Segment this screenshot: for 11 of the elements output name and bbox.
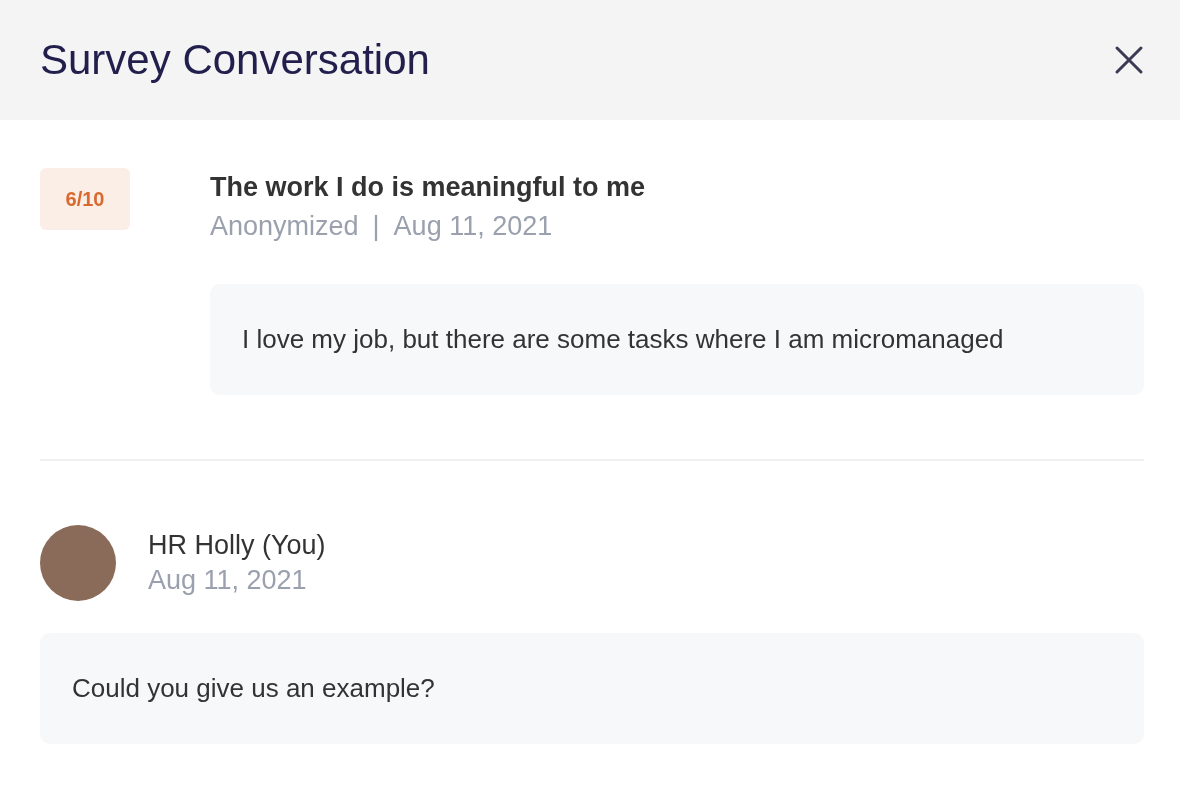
response-date: Aug 11, 2021 [393, 211, 553, 242]
author-name: HR Holly (You) [148, 530, 326, 561]
reply-bubble: Could you give us an example? [40, 633, 1144, 744]
answer-bubble: I love my job, but there are some tasks where I am micromanaged [210, 284, 1144, 395]
author-label: Anonymized [210, 211, 359, 242]
reply-date: Aug 11, 2021 [148, 565, 308, 596]
meta-separator: | [372, 211, 380, 242]
score-badge: 6/10 [40, 168, 130, 230]
question-text: The work I do is meaningful to me [210, 172, 647, 203]
dialog-title: Survey Conversation [40, 36, 430, 84]
close-icon [1114, 45, 1144, 75]
